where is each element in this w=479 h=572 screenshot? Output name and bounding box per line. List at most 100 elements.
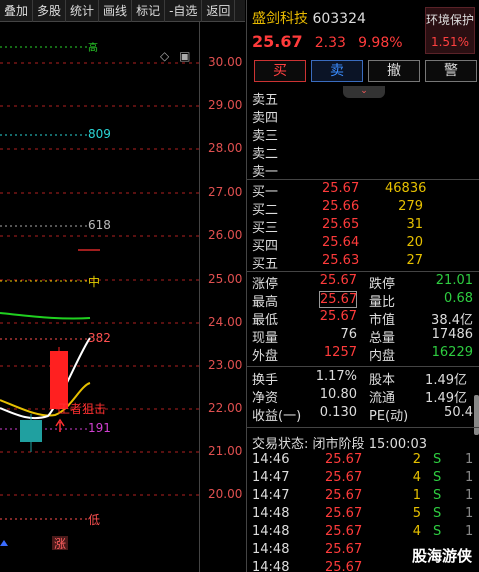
status-phase: 闭市阶段 xyxy=(312,437,365,452)
stat-value: 1.49亿 xyxy=(425,391,467,406)
stat-label: 收益(一) xyxy=(252,409,302,424)
stat-label: 内盘 xyxy=(369,349,396,364)
toolbar-overlay-button[interactable]: 叠加 xyxy=(0,0,34,22)
ask-row: 卖四 xyxy=(247,107,479,126)
price-axis-label: 30.00 xyxy=(208,55,243,69)
buy-button[interactable]: 买 xyxy=(254,60,306,82)
stat-label: 跌停 xyxy=(369,277,396,292)
stock-title: 盛剑科技 603324 xyxy=(252,8,366,28)
stat-value: 21.01 xyxy=(435,273,473,288)
stat-value: 25.67 xyxy=(319,273,357,288)
price-axis-label: 28.00 xyxy=(208,141,243,155)
tick-time: 14:47 xyxy=(252,488,290,503)
fib-label-high: 高 xyxy=(88,43,98,54)
tick-time: 14:47 xyxy=(252,470,290,485)
tick-side: S xyxy=(433,470,442,485)
stat-value: 10.80 xyxy=(319,387,357,402)
tick-side: S xyxy=(433,452,442,467)
stat-label: 最高 xyxy=(252,295,279,310)
toolbar-watchlist-button[interactable]: -自选 xyxy=(165,0,203,22)
toolbar-back-button[interactable]: 返回 xyxy=(202,0,236,22)
stat-value: 38.4亿 xyxy=(431,313,473,328)
tick-row: 14:48 25.67 4 S 1 xyxy=(247,524,479,542)
divider xyxy=(247,179,479,180)
diamond-icon[interactable]: ◇ xyxy=(160,49,169,63)
divider xyxy=(247,366,479,367)
bid-price: 25.63 xyxy=(322,253,360,268)
tick-volume: 4 xyxy=(412,524,421,539)
tick-count: 1 xyxy=(465,470,474,485)
stat-row: 收益(一) 0.130 PE(动) 50.4 xyxy=(247,405,479,424)
tick-side: S xyxy=(433,524,442,539)
tick-row: 14:48 25.67 5 S 1 xyxy=(247,506,479,524)
tick-volume: 2 xyxy=(412,452,421,467)
stat-label: 现量 xyxy=(252,331,279,346)
alert-button[interactable]: 警 xyxy=(425,60,477,82)
tick-price: 25.67 xyxy=(325,452,363,467)
sector-badge[interactable]: 环境保护 1.51% xyxy=(425,7,475,54)
stat-label: 股本 xyxy=(369,373,396,388)
cancel-order-button[interactable]: 撤 xyxy=(368,60,420,82)
bid-volume: 279 xyxy=(398,199,423,214)
tick-count: 1 xyxy=(465,452,474,467)
bid-volume: 46836 xyxy=(385,181,427,196)
stat-row: 涨停 25.67 跌停 21.01 xyxy=(247,273,479,292)
stat-label: 外盘 xyxy=(252,349,279,364)
stat-label: 净资 xyxy=(252,391,279,406)
bid-row: 买五 25.63 27 xyxy=(247,253,479,272)
stat-value: 25.67 xyxy=(319,309,357,324)
status-time: 15:00:03 xyxy=(368,437,428,452)
stat-label: 涨停 xyxy=(252,277,279,292)
tick-price: 25.67 xyxy=(325,524,363,539)
price-axis-label: 27.00 xyxy=(208,185,243,199)
divider xyxy=(247,427,479,428)
toolbar-draw-line-button[interactable]: 画线 xyxy=(99,0,133,22)
tick-price: 25.67 xyxy=(325,506,363,521)
toolbar-multi-stock-button[interactable]: 多股 xyxy=(33,0,67,22)
signal-annotation: 王者狙击 xyxy=(58,402,107,416)
fib-label-mid: 中 xyxy=(88,275,101,289)
toolbar-statistics-button[interactable]: 统计 xyxy=(66,0,100,22)
trading-status: 交易状态: 闭市阶段 15:00:03 xyxy=(252,433,427,452)
layout-icon[interactable]: ▣ xyxy=(179,49,190,63)
tick-time: 14:48 xyxy=(252,524,290,539)
stock-name: 盛剑科技 xyxy=(252,11,308,27)
bid-label: 买四 xyxy=(252,239,279,254)
ask-row: 卖一 xyxy=(247,161,479,180)
sector-change: 1.51% xyxy=(430,35,470,49)
status-label: 交易状态: xyxy=(252,437,309,452)
price-axis-label: 26.00 xyxy=(208,228,243,242)
toolbar-mark-button[interactable]: 标记 xyxy=(132,0,166,22)
ask-row: 卖二 xyxy=(247,143,479,162)
stat-row: 换手 1.17% 股本 1.49亿 xyxy=(247,369,479,388)
ask-row: 卖五 xyxy=(247,89,479,108)
divider xyxy=(247,271,479,272)
fib-label-382: 382 xyxy=(88,331,111,345)
sector-name: 环境保护 xyxy=(426,13,475,27)
candlestick-chart[interactable]: ◇ ▣ 30.00 29.00 28.00 27.00 26.00 25.00 … xyxy=(0,22,245,572)
bid-label: 买二 xyxy=(252,203,279,218)
tick-time: 14:48 xyxy=(252,560,290,572)
stat-value: 17486 xyxy=(431,327,473,342)
sell-button[interactable]: 卖 xyxy=(311,60,363,82)
watermark-text: 股海游侠 xyxy=(412,547,473,565)
bid-price: 25.65 xyxy=(322,217,360,232)
stock-code: 603324 xyxy=(312,11,366,27)
tick-side: S xyxy=(433,488,442,503)
fib-label-191: 191 xyxy=(88,421,111,435)
stat-row: 现量 76 总量 17486 xyxy=(247,327,479,346)
panel-scrollbar[interactable] xyxy=(474,395,479,435)
tick-count: 1 xyxy=(465,506,474,521)
stat-row: 净资 10.80 流通 1.49亿 xyxy=(247,387,479,406)
fib-label-618: 618 xyxy=(88,218,111,232)
last-price: 25.67 xyxy=(252,32,303,51)
tick-row: 14:46 25.67 2 S 1 xyxy=(247,452,479,470)
bid-price: 25.64 xyxy=(322,235,360,250)
stat-value: 0.68 xyxy=(444,291,473,306)
ask-label: 卖二 xyxy=(252,147,279,162)
stat-label: 流通 xyxy=(369,391,396,406)
bid-row: 买一 25.67 46836 xyxy=(247,181,479,200)
tick-volume: 5 xyxy=(412,506,421,521)
price-axis-label: 21.00 xyxy=(208,444,243,458)
limit-up-tag: 涨 xyxy=(54,537,67,551)
